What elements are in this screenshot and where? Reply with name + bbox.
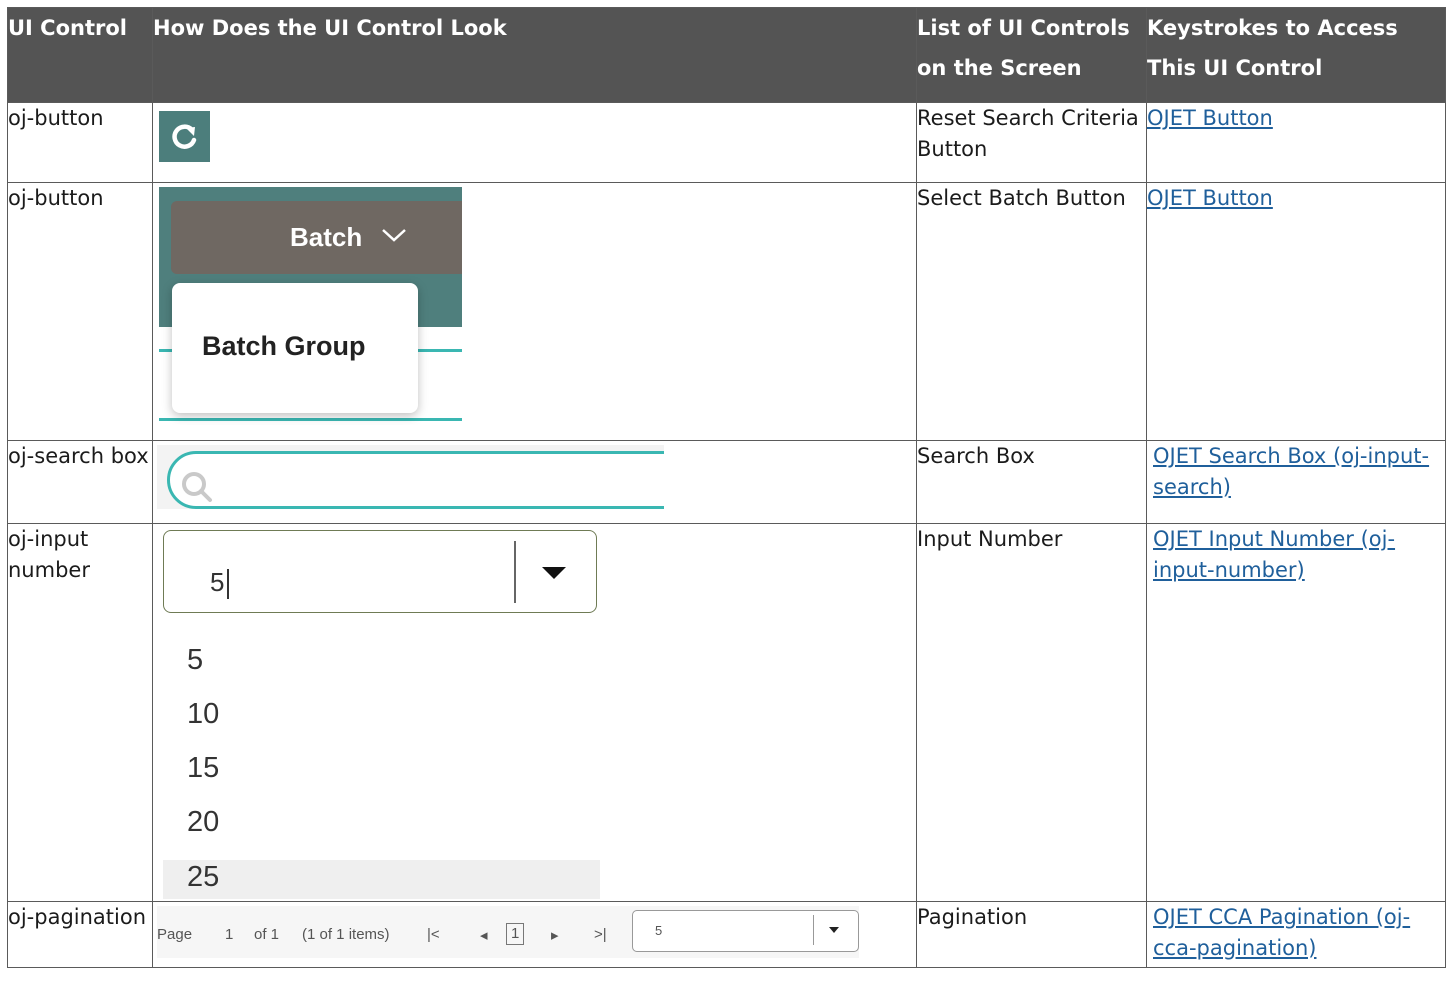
keystroke-cell: OJET Search Box (oj-input-search) <box>1146 440 1446 524</box>
table-row: oj-button Batch Batch Group Select Batch… <box>7 182 1446 441</box>
header-ui-control: UI Control <box>7 7 153 103</box>
items-count: (1 of 1 items) <box>302 926 390 943</box>
text-caret <box>227 569 229 599</box>
prev-page-icon[interactable]: ◂ <box>480 926 488 944</box>
header-keystrokes: Keystrokes to Access This UI Control <box>1146 7 1446 103</box>
next-page-icon[interactable]: ▸ <box>551 926 559 944</box>
ojet-search-link[interactable]: OJET Search Box (oj-input-search) <box>1153 444 1429 499</box>
page-size-value: 5 <box>655 923 663 938</box>
ojet-pagination-link[interactable]: OJET CCA Pagination (oj-cca-pagination) <box>1153 905 1410 960</box>
list-name: Reset Search Criteria Button <box>916 102 1147 183</box>
refresh-icon <box>171 123 196 149</box>
control-visual: Batch Batch Group <box>152 182 917 441</box>
keystroke-cell: OJET Button <box>1146 182 1446 441</box>
current-page[interactable]: 1 <box>506 923 525 945</box>
refresh-button[interactable] <box>159 111 210 162</box>
search-box-image <box>157 445 664 509</box>
control-visual <box>152 440 917 524</box>
control-name: oj-button <box>7 182 153 441</box>
control-name: oj-search box <box>7 440 153 524</box>
ojet-button-link[interactable]: OJET Button <box>1148 106 1273 130</box>
keystroke-cell: OJET CCA Pagination (oj-cca-pagination) <box>1146 901 1446 968</box>
keystroke-cell: OJET Input Number (oj-input-number) <box>1146 523 1446 902</box>
search-input[interactable] <box>167 451 664 509</box>
list-item[interactable]: 25 <box>187 861 219 894</box>
table-row: oj-button Reset Search Criteria Button O… <box>7 102 1446 183</box>
dropdown-arrow-icon[interactable] <box>542 567 566 579</box>
page-number[interactable]: 1 <box>225 926 233 943</box>
table-row: oj-search box Search Box OJET Search Box… <box>7 440 1446 524</box>
list-item[interactable]: 10 <box>187 698 219 731</box>
dropdown-arrow-icon <box>829 927 839 933</box>
ojet-button-link[interactable]: OJET Button <box>1148 186 1273 210</box>
list-item[interactable]: 15 <box>187 752 219 785</box>
table-row: oj-pagination Page 1 of 1 (1 of 1 items)… <box>7 901 1446 968</box>
control-visual <box>152 102 917 183</box>
batch-dropdown-image: Batch Batch Group <box>159 187 462 425</box>
search-icon <box>182 472 212 502</box>
batch-button-label: Batch <box>290 222 363 252</box>
control-name: oj-input number <box>7 523 153 902</box>
chevron-down-icon <box>382 229 406 242</box>
list-item[interactable]: 5 <box>187 644 203 677</box>
divider <box>159 418 462 421</box>
batch-button[interactable]: Batch <box>171 201 462 274</box>
last-page-icon[interactable]: >| <box>594 926 607 943</box>
number-input[interactable]: 5 <box>163 530 597 613</box>
divider <box>514 541 516 603</box>
list-name: Select Batch Button <box>916 182 1147 441</box>
keystroke-cell: OJET Button <box>1146 102 1446 183</box>
header-row: UI Control How Does the UI Control Look … <box>7 7 1446 103</box>
highlight <box>163 860 600 899</box>
header-list: List of UI Controls on the Screen <box>916 7 1147 103</box>
menu-item-batch-group[interactable]: Batch Group <box>202 331 366 362</box>
list-name: Input Number <box>916 523 1147 902</box>
number-options-list: 5 10 15 20 25 <box>163 624 600 899</box>
table-row: oj-input number 5 5 10 15 20 25 Input Nu <box>7 523 1446 902</box>
ojet-input-number-link[interactable]: OJET Input Number (oj-input-number) <box>1153 527 1395 582</box>
page-size-select[interactable]: 5 <box>632 910 859 952</box>
control-visual: Page 1 of 1 (1 of 1 items) |< ◂ 1 ▸ >| 5 <box>152 901 917 968</box>
divider <box>813 915 814 945</box>
batch-menu: Batch Group <box>172 283 418 413</box>
list-item[interactable]: 20 <box>187 806 219 839</box>
page-of: of 1 <box>254 926 280 943</box>
ui-controls-table: UI Control How Does the UI Control Look … <box>7 7 1446 968</box>
control-name: oj-pagination <box>7 901 153 968</box>
list-name: Pagination <box>916 901 1147 968</box>
page-label: Page <box>157 926 193 943</box>
control-name: oj-button <box>7 102 153 183</box>
list-name: Search Box <box>916 440 1147 524</box>
control-visual: 5 5 10 15 20 25 <box>152 523 917 902</box>
pagination-image: Page 1 of 1 (1 of 1 items) |< ◂ 1 ▸ >| 5 <box>157 906 859 958</box>
header-look: How Does the UI Control Look <box>152 7 917 103</box>
number-value: 5 <box>210 567 225 597</box>
first-page-icon[interactable]: |< <box>427 926 440 943</box>
